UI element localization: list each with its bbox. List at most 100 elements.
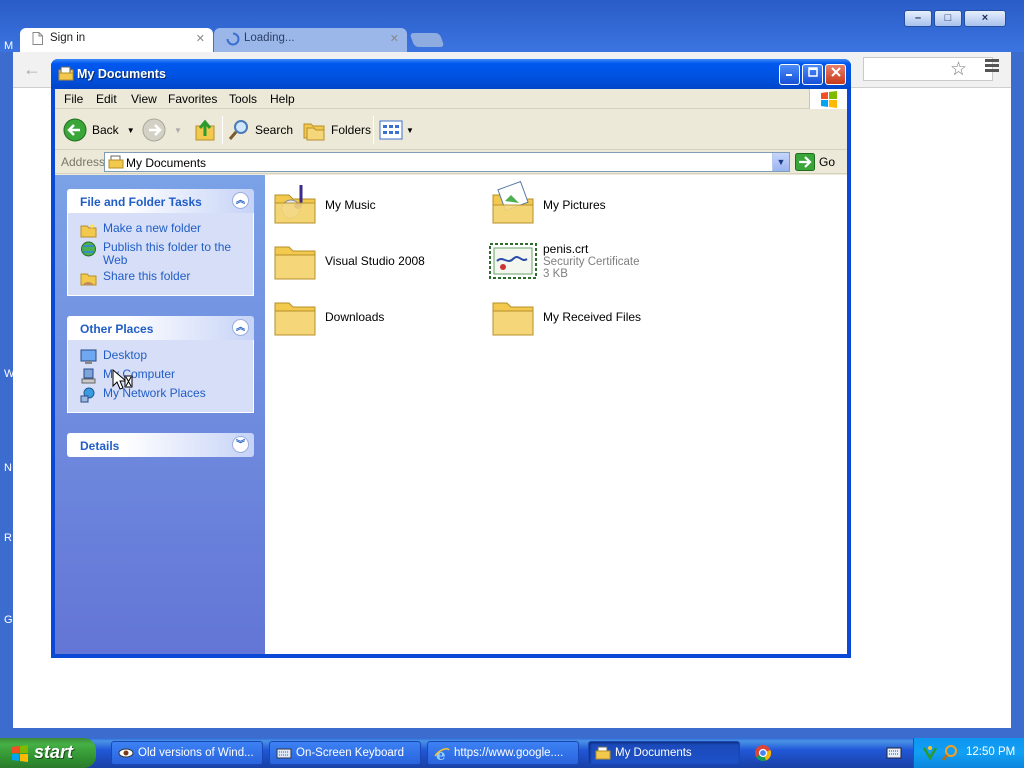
new-tab-button[interactable] [409, 33, 445, 47]
keyboard-icon [276, 746, 292, 763]
close-button[interactable] [825, 64, 846, 85]
chrome-taskbar-icon[interactable] [754, 744, 772, 765]
other-places-panel: Other Places ︽ Desktop My Computer My Ne… [67, 316, 254, 413]
internet-explorer-icon: e [434, 746, 450, 764]
file-folder-tasks-header[interactable]: File and Folder Tasks ︽ [67, 189, 254, 213]
taskbar-button-google-ie[interactable]: e https://www.google.... [427, 741, 579, 765]
task-label: Make a new folder [103, 221, 202, 235]
views-button[interactable]: ▼ [379, 117, 414, 143]
file-name: Downloads [325, 310, 385, 324]
other-places-header[interactable]: Other Places ︽ [67, 316, 254, 340]
forward-arrow-icon [142, 118, 166, 142]
back-arrow-icon[interactable]: ← [23, 59, 41, 80]
file-item-my-received-files[interactable]: My Received Files [489, 293, 699, 341]
file-item-my-pictures[interactable]: My Pictures [489, 181, 699, 229]
file-size: 3 KB [543, 268, 568, 280]
file-type: Security Certificate [543, 256, 640, 268]
forward-button[interactable]: ▼ [142, 117, 182, 143]
taskbar-button-label: On-Screen Keyboard [296, 747, 405, 759]
file-item-downloads[interactable]: Downloads [271, 293, 481, 341]
place-desktop[interactable]: Desktop [80, 349, 253, 365]
search-button[interactable]: Search [227, 117, 293, 143]
details-panel: Details ︾ [67, 433, 254, 457]
task-share-folder[interactable]: Share this folder [80, 270, 253, 286]
search-tray-icon[interactable] [942, 744, 958, 765]
menu-favorites[interactable]: Favorites [168, 92, 217, 106]
panel-title: Other Places [80, 322, 154, 336]
place-label: Desktop [103, 348, 148, 362]
file-name: My Received Files [543, 310, 642, 324]
folders-button[interactable]: Folders [302, 117, 371, 143]
chrome-menu-icon[interactable] [985, 59, 999, 74]
new-folder-icon [80, 223, 97, 238]
minimize-icon [785, 74, 792, 76]
keyboard-indicator-icon[interactable] [886, 747, 902, 762]
dropdown-arrow-icon[interactable]: ▼ [406, 126, 414, 135]
taskbar-button-old-versions[interactable]: Old versions of Wind... [111, 741, 263, 765]
browser-tab-loading[interactable]: Loading... ✕ [214, 28, 407, 52]
loading-spinner-icon [226, 32, 240, 49]
menu-bar: File Edit View Favorites Tools Help [55, 89, 847, 109]
back-arrow-icon [63, 118, 87, 142]
browser-tab-label: Loading... [244, 32, 295, 44]
tab-close-icon[interactable]: ✕ [196, 32, 205, 45]
views-icon [379, 120, 403, 140]
menu-edit[interactable]: Edit [96, 92, 117, 106]
address-dropdown-icon[interactable]: ▼ [772, 153, 789, 171]
tray-clock: 12:50 PM [966, 746, 1016, 758]
taskbar-button-my-documents[interactable]: My Documents [588, 741, 740, 765]
maximize-button[interactable]: □ [934, 10, 962, 27]
task-make-new-folder[interactable]: Make a new folder [80, 222, 253, 238]
windows-logo-icon [10, 744, 30, 767]
task-pane: File and Folder Tasks ︽ Make a new folde… [55, 175, 265, 654]
mouse-cursor-icon [112, 369, 133, 390]
minimize-button[interactable] [779, 64, 800, 85]
collapse-chevron-icon[interactable]: ︽ [232, 192, 249, 209]
go-button[interactable]: Go [795, 152, 835, 172]
address-input[interactable]: My Documents ▼ [104, 152, 790, 172]
network-tray-icon[interactable] [922, 744, 938, 765]
tab-close-icon[interactable]: ✕ [390, 32, 399, 45]
browser-tab-sign-in[interactable]: Sign in ✕ [20, 28, 213, 52]
folder-icon [492, 302, 534, 336]
search-icon [228, 120, 248, 140]
place-my-network-places[interactable]: My Network Places [80, 387, 253, 403]
menu-view[interactable]: View [131, 92, 157, 106]
close-icon [830, 67, 841, 77]
bookmark-star-icon[interactable]: ☆ [950, 58, 967, 81]
file-item-my-music[interactable]: My Music [271, 181, 481, 229]
details-header[interactable]: Details ︾ [67, 433, 254, 457]
maximize-button[interactable] [802, 64, 823, 85]
taskbar: start Old versions of Wind... On-Screen … [0, 738, 1024, 768]
windows-logo-icon [809, 89, 847, 109]
folders-label: Folders [331, 123, 372, 137]
folder-icon [274, 246, 316, 280]
explorer-title-bar[interactable]: My Documents [51, 59, 851, 89]
menu-file[interactable]: File [64, 92, 83, 106]
collapse-chevron-icon[interactable]: ︽ [232, 319, 249, 336]
browser-tab-label: Sign in [50, 32, 86, 44]
menu-help[interactable]: Help [270, 92, 295, 106]
task-publish-folder[interactable]: Publish this folder to the Web [80, 241, 253, 267]
file-item-penis-crt[interactable]: penis.crt Security Certificate 3 KB [489, 237, 699, 285]
address-value: My Documents [126, 156, 207, 170]
close-button[interactable]: × [964, 10, 1006, 27]
toolbar-separator [222, 116, 223, 144]
page-icon [32, 32, 43, 48]
place-my-computer[interactable]: My Computer [80, 368, 253, 384]
file-name: My Pictures [543, 198, 606, 212]
up-folder-button[interactable] [194, 117, 216, 143]
start-button[interactable]: start [0, 738, 96, 768]
browser-omnibox[interactable] [863, 57, 993, 81]
file-item-visual-studio-2008[interactable]: Visual Studio 2008 [271, 237, 481, 285]
address-label: Address [61, 155, 106, 169]
menu-tools[interactable]: Tools [229, 92, 257, 106]
minimize-button[interactable]: – [904, 10, 932, 27]
go-label: Go [819, 155, 836, 169]
back-button[interactable]: Back ▼ [63, 117, 135, 143]
expand-chevron-icon[interactable]: ︾ [232, 436, 249, 453]
maximize-icon [807, 67, 818, 77]
taskbar-button-on-screen-keyboard[interactable]: On-Screen Keyboard [269, 741, 421, 765]
dropdown-arrow-icon[interactable]: ▼ [127, 126, 135, 135]
task-label: Share this folder [103, 269, 191, 283]
